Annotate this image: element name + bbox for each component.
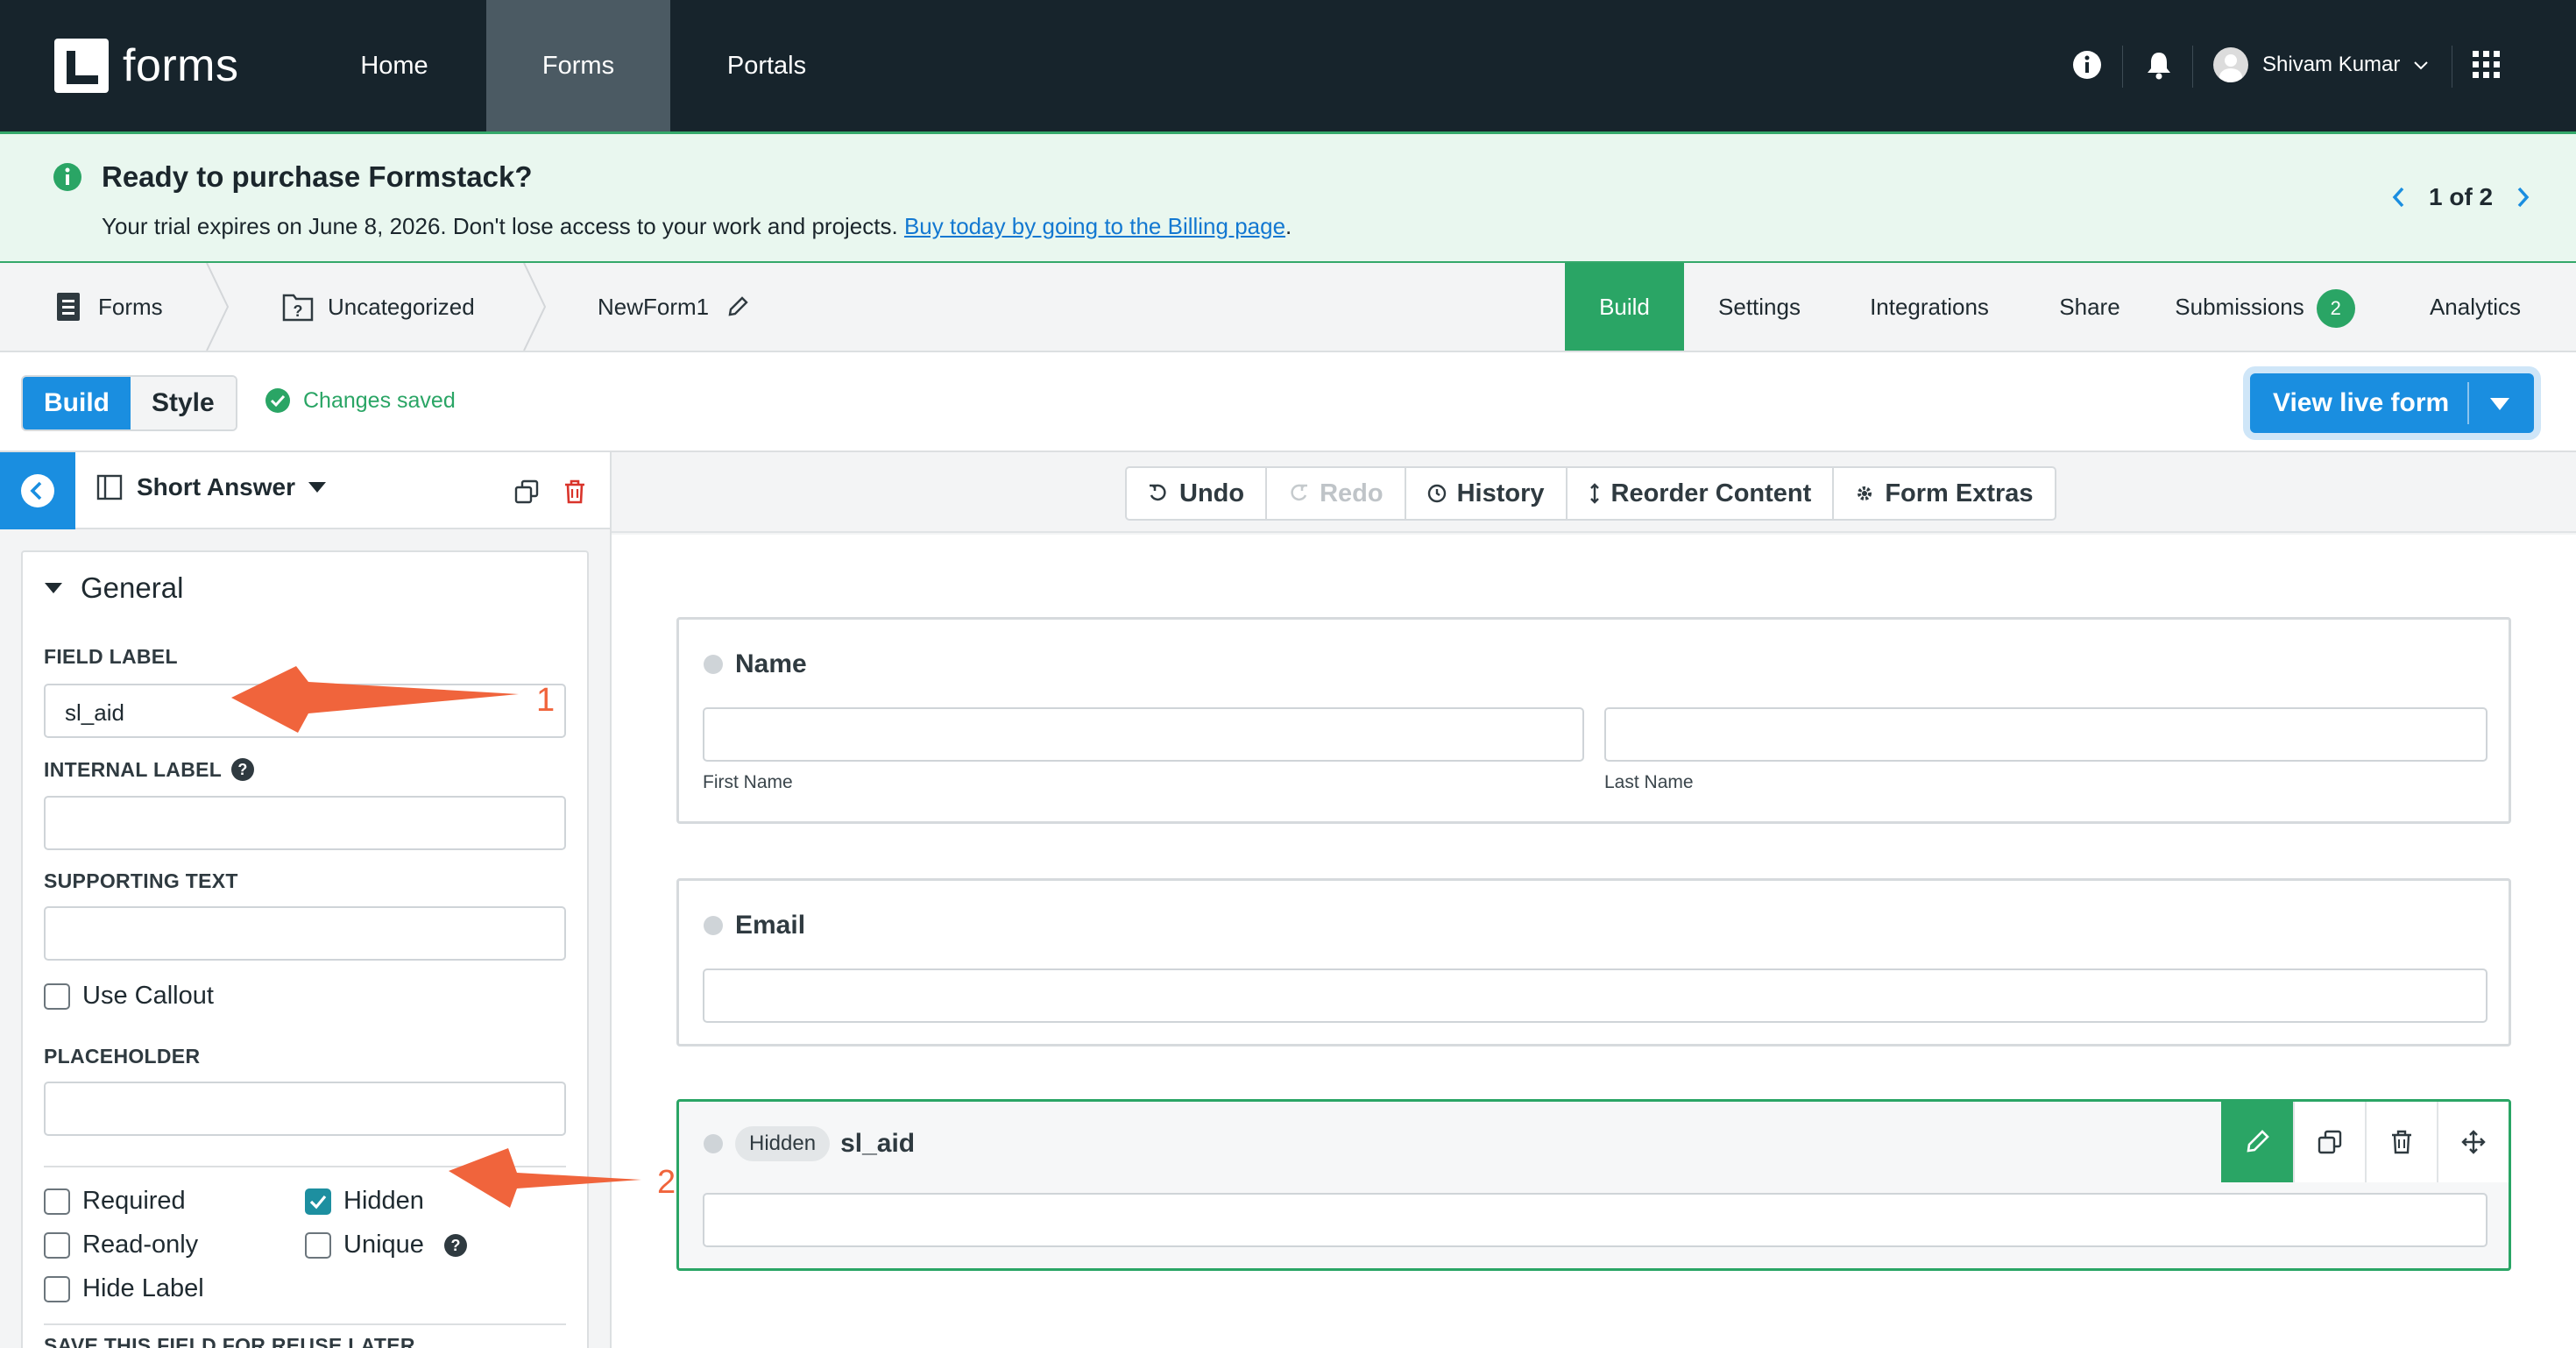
annotation-label-2: 2 <box>657 1164 676 1201</box>
annotation-arrow-1 <box>231 666 519 733</box>
annotation-arrow-2 <box>449 1148 641 1208</box>
annotation-arrows <box>231 666 641 1208</box>
annotation-label-1: 1 <box>536 682 556 719</box>
